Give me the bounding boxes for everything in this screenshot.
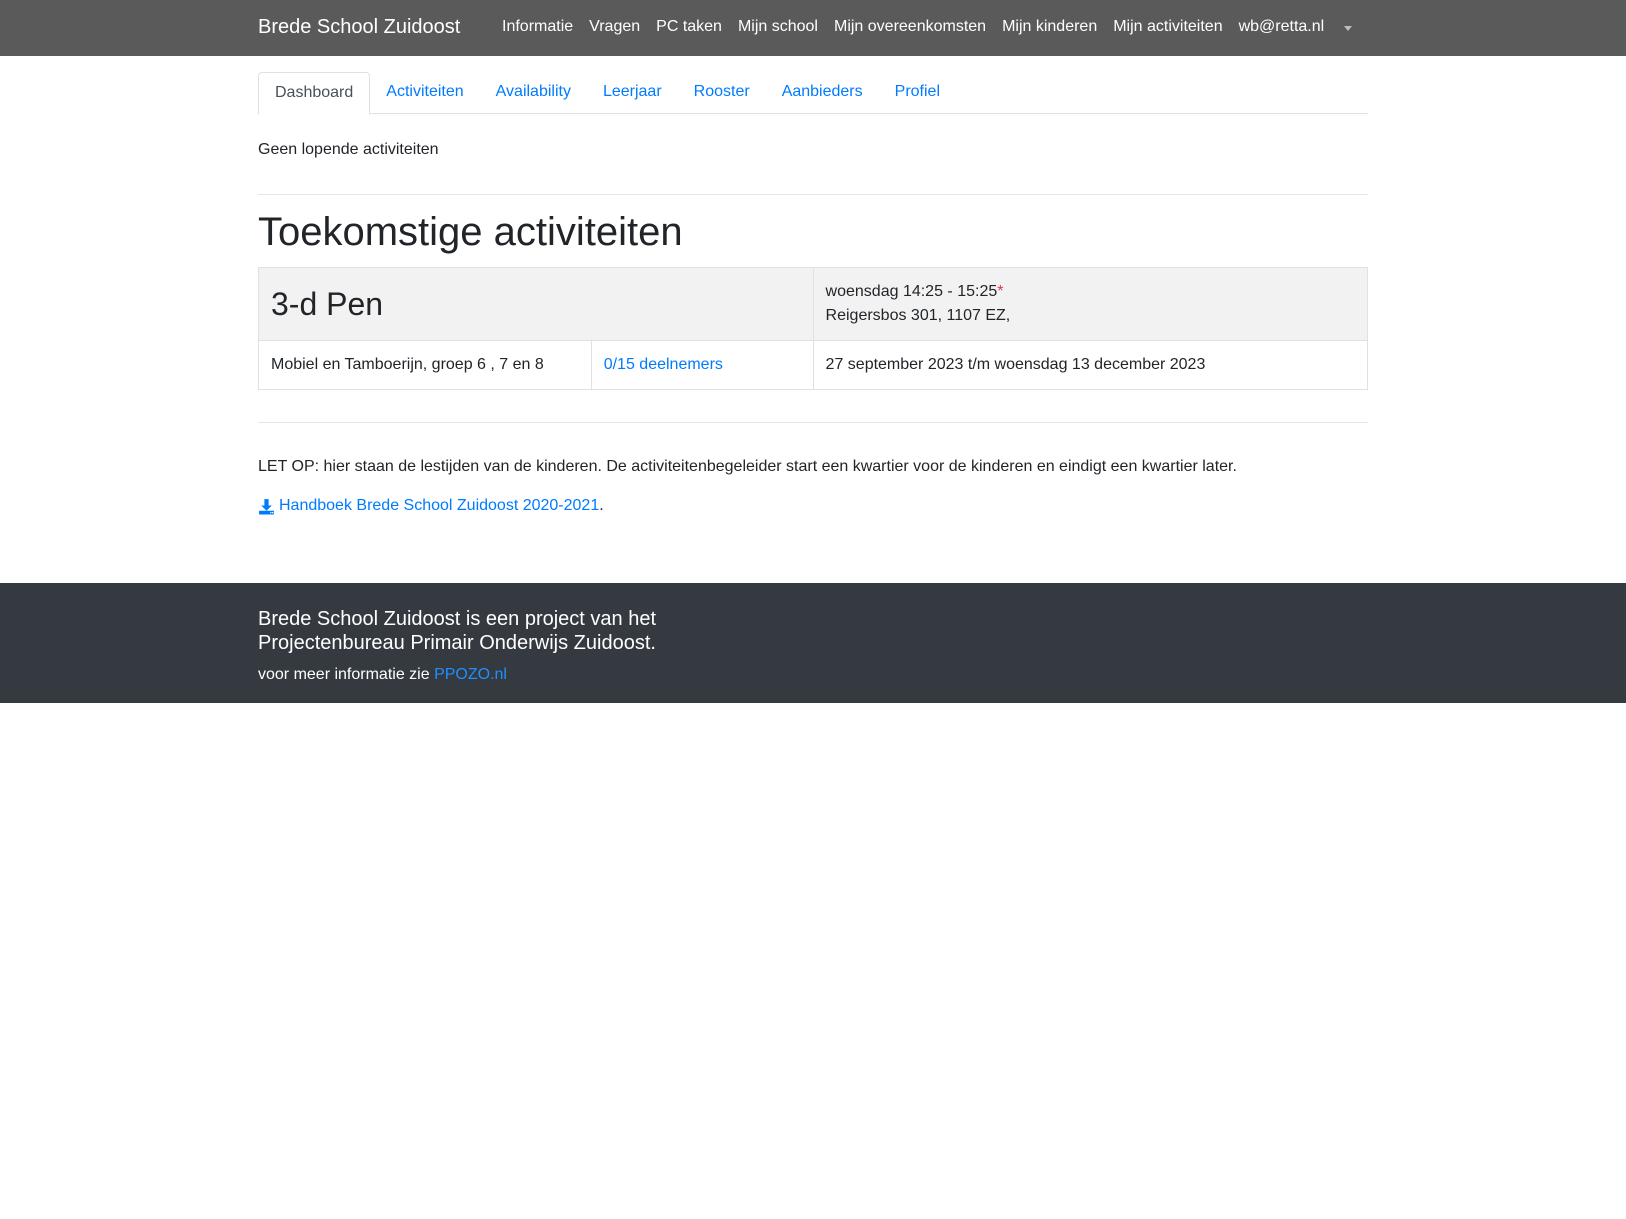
nav-mijn-school[interactable]: Mijn school (738, 18, 818, 36)
user-menu[interactable]: wb@retta.nl (1239, 18, 1325, 36)
footer: Brede School Zuidoost is een project van… (0, 583, 1626, 703)
participants-link[interactable]: 0/15 deelnemers (604, 356, 723, 373)
activity-title-cell: 3-d Pen (258, 267, 814, 341)
activity-table: 3-d Pen woensdag 14:25 - 15:25* Reigersb… (258, 267, 1369, 390)
tab-rooster[interactable]: Rooster (678, 72, 766, 114)
nav-mijn-kinderen[interactable]: Mijn kinderen (1002, 18, 1097, 36)
nav-vragen[interactable]: Vragen (589, 18, 640, 36)
tab-aanbieders[interactable]: Aanbieders (766, 72, 879, 114)
nav-mijn-activiteiten[interactable]: Mijn activiteiten (1113, 18, 1222, 36)
page-title: Toekomstige activiteiten (258, 210, 683, 254)
handbook-download-link[interactable]: Handboek Brede School Zuidoost 2020-2021 (258, 497, 599, 515)
participants-cell: 0/15 deelnemers (590, 340, 814, 390)
tab-availability[interactable]: Availability (480, 72, 587, 114)
activity-period: 27 september 2023 t/m woensdag 13 decemb… (812, 340, 1369, 390)
footer-line-1: Brede School Zuidoost is een project van… (258, 608, 657, 630)
caret-down-icon[interactable] (1344, 25, 1353, 31)
activity-schedule-cell: woensdag 14:25 - 15:25* Reigersbos 301, … (812, 267, 1369, 341)
handbook-link-label: Handboek Brede School Zuidoost 2020-2021 (279, 497, 600, 514)
handbook-suffix: . (599, 497, 604, 514)
top-navbar: Brede School Zuidoost Informatie Vragen … (0, 0, 1626, 56)
activity-detail-row: Mobiel en Tamboerijn, groep 6 , 7 en 8 0… (258, 340, 1369, 390)
nav-menu: Informatie Vragen PC taken Mijn school M… (502, 18, 1353, 36)
tab-dashboard[interactable]: Dashboard (258, 72, 371, 115)
activity-schedule: woensdag 14:25 - 15:25 (825, 283, 998, 300)
nav-mijn-overeenkomsten[interactable]: Mijn overeenkomsten (834, 18, 986, 36)
no-running-activities: Geen lopende activiteiten (258, 141, 439, 158)
required-marker: * (997, 283, 1004, 300)
footer-more-prefix: voor meer informatie zie (258, 666, 435, 683)
nav-informatie[interactable]: Informatie (502, 18, 573, 36)
activity-title: 3-d Pen (271, 285, 384, 322)
activity-header-row: 3-d Pen woensdag 14:25 - 15:25* Reigersb… (258, 267, 1369, 341)
footer-line-2: Projectenbureau Primair Onderwijs Zuidoo… (258, 632, 656, 654)
brand-link[interactable]: Brede School Zuidoost (258, 16, 460, 39)
divider (258, 194, 1368, 195)
tab-leerjaar[interactable]: Leerjaar (587, 72, 678, 114)
dashboard-tabs: Dashboard Activiteiten Availability Leer… (258, 72, 1368, 115)
activity-address: Reigersbos 301, 1107 EZ, (825, 307, 1011, 324)
activity-groups: Mobiel en Tamboerijn, groep 6 , 7 en 8 (258, 340, 592, 390)
nav-pc-taken[interactable]: PC taken (656, 18, 722, 36)
footer-text: Brede School Zuidoost is een project van… (258, 607, 656, 655)
tab-profiel[interactable]: Profiel (879, 72, 956, 114)
notice-text: LET OP: hier staan de lestijden van de k… (258, 458, 1237, 475)
ppozo-link[interactable]: PPOZO.nl (434, 666, 507, 683)
footer-more-info: voor meer informatie zie PPOZO.nl (258, 666, 507, 684)
download-icon (259, 498, 274, 514)
divider (258, 422, 1368, 423)
tab-activiteiten[interactable]: Activiteiten (370, 72, 479, 114)
handbook-paragraph: Handboek Brede School Zuidoost 2020-2021… (258, 497, 1368, 515)
